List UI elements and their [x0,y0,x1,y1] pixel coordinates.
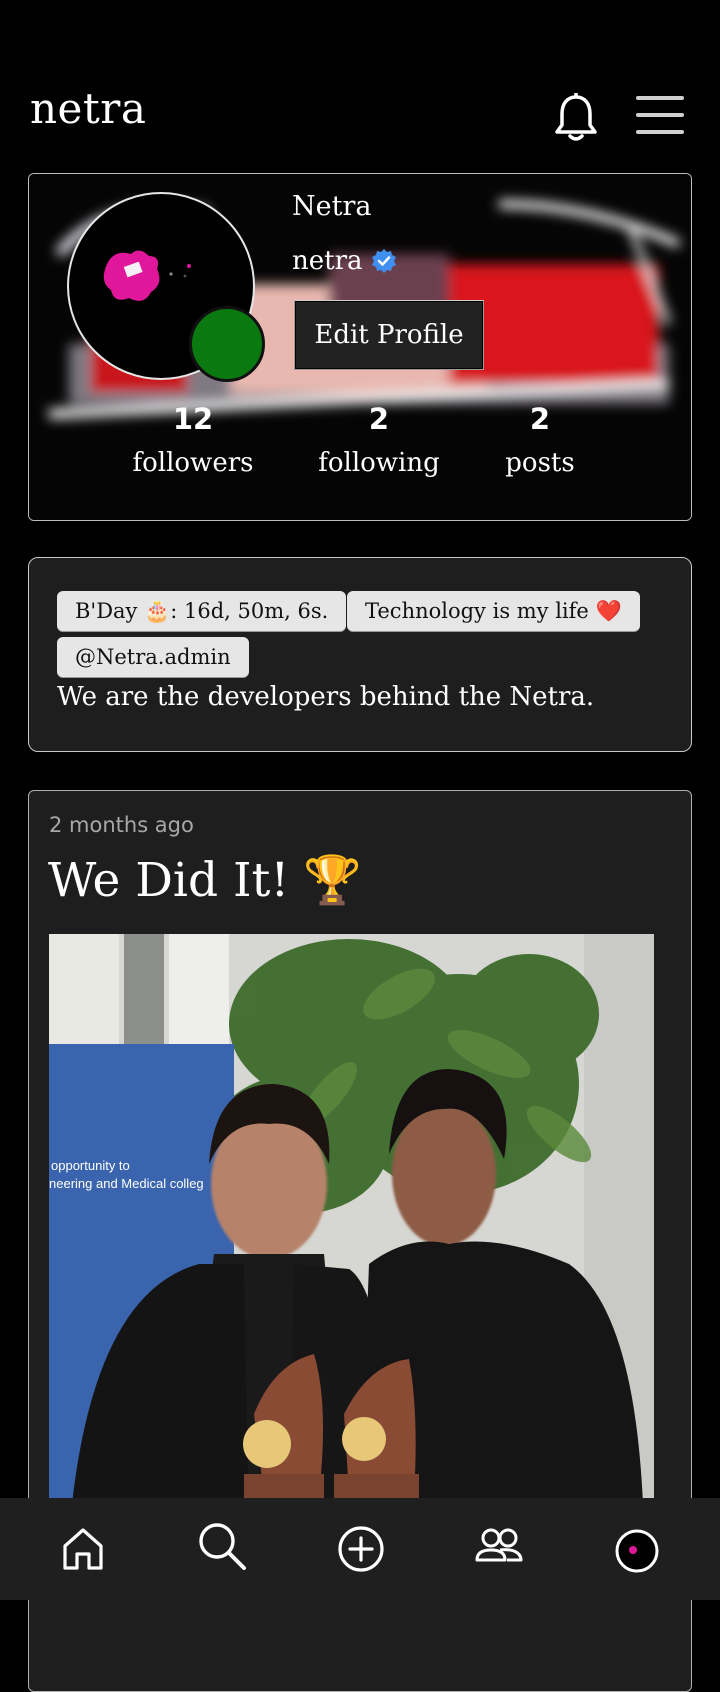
followers-stat[interactable]: 12 followers [127,402,259,478]
post-image[interactable]: opportunity to neering and Medical colle… [49,934,654,1534]
followers-label: followers [132,448,254,478]
post-timestamp: 2 months ago [49,813,194,837]
posts-label: posts [505,448,575,478]
bottom-navigation-bar [0,1498,720,1600]
tagline-chip: Technology is my life ❤️ [347,591,640,631]
profile-avatar-icon[interactable] [614,1528,660,1574]
username: netra [292,246,363,276]
bio-card: B'Day 🎂: 16d, 50m, 6s. Technology is my … [28,557,692,752]
svg-text:neering and Medical colleg: neering and Medical colleg [49,1176,204,1191]
edit-profile-button[interactable]: Edit Profile [294,300,484,370]
posts-count: 2 [529,402,551,436]
trophy-icon: 🏆 [303,853,362,908]
following-count: 2 [368,402,390,436]
bell-icon[interactable] [553,92,599,142]
display-name: Netra [292,191,372,222]
followers-count: 12 [172,402,214,436]
top-app-bar: netra [0,0,720,165]
birthday-chip: B'Day 🎂: 16d, 50m, 6s. [57,591,347,631]
hamburger-menu-icon[interactable] [636,96,684,134]
verified-badge-icon [371,248,397,274]
app-title: netra [30,84,147,133]
online-status-indicator [189,306,265,382]
svg-text:opportunity to: opportunity to [51,1158,130,1173]
posts-stat[interactable]: 2 posts [495,402,585,478]
add-post-icon[interactable] [336,1524,386,1574]
username-row: netra [292,246,397,276]
following-label: following [318,448,440,478]
home-icon[interactable] [58,1524,108,1574]
profile-card: Netra netra Edit Profile 12 followers 2 … [28,173,692,521]
bio-text: We are the developers behind the Netra. [57,682,595,712]
following-stat[interactable]: 2 following [317,402,441,478]
post-title: We Did It! 🏆 [48,853,362,908]
people-icon[interactable] [474,1524,524,1574]
post-title-text: We Did It! [48,853,290,908]
search-icon[interactable] [196,1520,246,1570]
handle-chip[interactable]: @Netra.admin [57,637,249,677]
